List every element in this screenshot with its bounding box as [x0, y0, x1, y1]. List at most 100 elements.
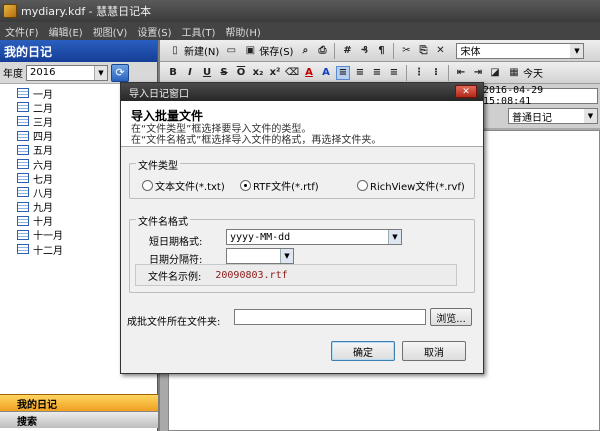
category-value: 普通日记 — [512, 112, 552, 124]
open-folder-icon[interactable]: ▭ — [224, 44, 238, 58]
menu-settings[interactable]: 设置(S) — [137, 24, 171, 39]
outdent-icon[interactable]: ⇤ — [454, 66, 468, 80]
strikethrough-icon[interactable]: S — [217, 66, 231, 80]
radio-circle — [142, 180, 153, 191]
today-button[interactable]: ▦ 今天 — [505, 65, 545, 81]
year-select[interactable]: 2016 ▼ — [26, 64, 108, 81]
font-select[interactable]: 宋体 ▼ — [456, 42, 585, 59]
bullet-list-icon[interactable]: ⋮ — [412, 66, 426, 80]
month-label: 六月 — [33, 160, 53, 172]
cancel-button[interactable]: 取消 — [402, 341, 466, 361]
month-label: 九月 — [33, 203, 53, 215]
subscript-icon[interactable]: x₂ — [251, 66, 265, 80]
calendar-icon — [17, 102, 29, 113]
paste-icon[interactable]: ⎘ — [416, 44, 430, 58]
calendar-icon — [17, 215, 29, 226]
filename-example-value: 20090803.rtf — [215, 269, 288, 281]
close-icon[interactable]: ✕ — [455, 85, 477, 98]
filename-format-legend: 文件名格式 — [136, 213, 190, 228]
align-left-icon[interactable]: ≡ — [336, 65, 350, 80]
numbered-list-icon[interactable]: ⁝ — [429, 66, 443, 80]
delete-icon[interactable]: ✕ — [433, 44, 447, 58]
highlight-icon[interactable]: A — [319, 66, 333, 80]
chevron-down-icon[interactable]: ▼ — [94, 65, 107, 80]
calendar-icon — [17, 144, 29, 155]
underline-icon[interactable]: U — [200, 66, 214, 80]
short-date-select[interactable]: yyyy-MM-dd ▼ — [226, 229, 402, 245]
calendar-icon: ▦ — [509, 67, 519, 78]
chevron-down-icon[interactable]: ▼ — [584, 109, 597, 123]
nav-my-diary[interactable]: 我的日记 — [0, 394, 158, 411]
menu-file[interactable]: 文件(F) — [5, 24, 39, 39]
ok-button[interactable]: 确定 — [331, 341, 395, 361]
chevron-down-icon[interactable]: ▼ — [570, 43, 584, 58]
calendar-icon — [17, 130, 29, 141]
calendar-icon — [17, 173, 29, 184]
italic-icon[interactable]: I — [183, 66, 197, 80]
print-icon[interactable]: ⎙ — [315, 44, 329, 58]
indent-icon[interactable]: ⇥ — [471, 66, 485, 80]
calendar-icon — [17, 159, 29, 170]
spellcheck-icon[interactable]: ¶ — [374, 44, 388, 58]
superscript-icon[interactable]: x² — [268, 66, 282, 80]
align-right-icon[interactable]: ≡ — [370, 66, 384, 80]
month-label: 十一月 — [33, 231, 63, 243]
dialog-heading: 导入批量文件 — [131, 109, 204, 123]
format-toolbar: B I U S O x₂ x² ⌫ A A ≡ ≡ ≡ ≡ ⋮ ⁝ ⇤ ⇥ ◪ … — [160, 62, 600, 84]
radio-txt[interactable]: 文本文件(*.txt) — [142, 178, 225, 193]
folder-input[interactable] — [234, 309, 426, 325]
calendar-icon — [17, 116, 29, 127]
radio-rtf-label: RTF文件(*.rtf) — [253, 182, 319, 193]
dialog-titlebar: 导入日记窗口 ✕ — [121, 83, 483, 101]
month-label: 八月 — [33, 188, 53, 200]
date-separator-select[interactable]: ▼ — [226, 248, 294, 264]
overline-icon[interactable]: O — [234, 66, 248, 80]
menu-view[interactable]: 视图(V) — [93, 24, 128, 39]
category-select[interactable]: 普通日记 ▼ — [508, 108, 598, 124]
calendar-icon — [17, 229, 29, 240]
chevron-down-icon[interactable]: ▼ — [280, 249, 293, 263]
toolbar-separator — [406, 64, 407, 81]
left-pane-header: 我的日记 — [0, 40, 157, 62]
clear-format-icon[interactable]: ⌫ — [285, 66, 299, 80]
align-center-icon[interactable]: ≡ — [353, 66, 367, 80]
save-label: 保存(S) — [259, 47, 294, 58]
radio-txt-label: 文本文件(*.txt) — [155, 182, 225, 193]
find-icon[interactable]: # — [340, 44, 354, 58]
font-color-icon[interactable]: A — [302, 66, 316, 80]
filename-example-box: 文件名示例: 20090803.rtf — [135, 264, 457, 286]
browse-button[interactable]: 浏览... — [430, 308, 472, 326]
new-document-icon: ▯ — [172, 45, 178, 56]
new-label: 新建(N) — [184, 47, 220, 58]
folder-label: 成批文件所在文件夹: — [127, 317, 221, 328]
radio-rvf[interactable]: RichView文件(*.rvf) — [357, 178, 465, 193]
today-label: 今天 — [523, 69, 543, 80]
fill-color-icon[interactable]: ◪ — [488, 66, 502, 80]
save-button[interactable]: ▣ 保存(S) — [241, 43, 295, 59]
justify-icon[interactable]: ≡ — [387, 66, 401, 80]
replace-icon[interactable]: ₰ — [357, 44, 371, 58]
print-preview-icon[interactable]: ⌕ — [298, 44, 312, 58]
month-label: 十月 — [33, 217, 53, 229]
main-toolbar: ▯ 新建(N) ▭ ▣ 保存(S) ⌕ ⎙ # ₰ ¶ ✂ ⎘ ✕ 宋体 ▼ — [160, 40, 600, 62]
menu-edit[interactable]: 编辑(E) — [49, 24, 83, 39]
radio-rtf[interactable]: RTF文件(*.rtf) — [240, 178, 319, 193]
menu-help[interactable]: 帮助(H) — [225, 24, 260, 39]
year-bar: 年度 2016 ▼ ⟳ — [0, 62, 157, 84]
month-label: 四月 — [33, 132, 53, 144]
menu-tools[interactable]: 工具(T) — [182, 24, 216, 39]
bold-icon[interactable]: B — [166, 66, 180, 80]
calendar-icon — [17, 187, 29, 198]
chevron-down-icon[interactable]: ▼ — [388, 230, 401, 244]
entry-datetime-field[interactable]: 2016-04-29 15:08:41 — [480, 85, 598, 107]
refresh-button[interactable]: ⟳ — [111, 63, 129, 82]
radio-rvf-label: RichView文件(*.rvf) — [370, 182, 465, 193]
app-icon — [3, 4, 17, 18]
window-titlebar: mydiary.kdf - 慧慧日记本 — [0, 0, 600, 22]
nav-search[interactable]: 搜索 — [0, 411, 158, 428]
cut-icon[interactable]: ✂ — [399, 44, 413, 58]
dialog-header: 导入批量文件 在“文件类型”框选择要导入文件的类型。 在“文件名格式”框选择导入… — [121, 101, 483, 147]
new-button[interactable]: ▯ 新建(N) — [166, 43, 221, 59]
radio-circle-selected — [240, 180, 251, 191]
filename-example-label: 文件名示例: — [148, 271, 202, 283]
